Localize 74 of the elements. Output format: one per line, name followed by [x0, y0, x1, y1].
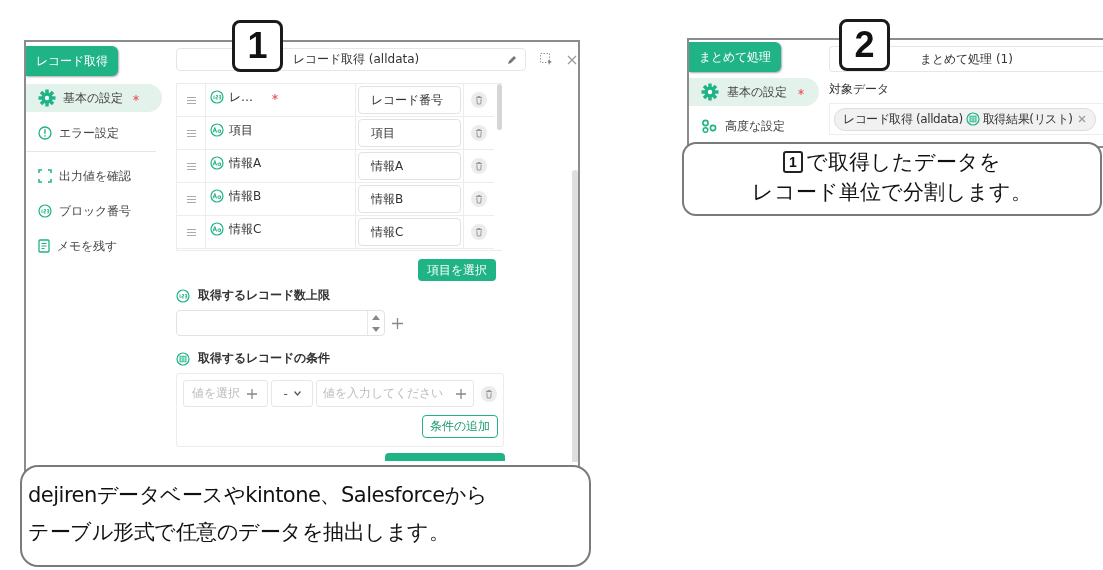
field-value[interactable]: 情報A	[358, 152, 461, 180]
text-type-icon	[210, 123, 224, 137]
required-mark-icon	[272, 94, 278, 100]
table-icon	[176, 351, 190, 366]
trash-icon	[471, 125, 487, 141]
text-type-icon	[210, 189, 224, 203]
add-condition-button[interactable]: 条件の追加	[422, 415, 498, 438]
field-name: 情報A	[229, 154, 262, 172]
number-badge: 2	[839, 19, 890, 71]
field-value[interactable]: 情報B	[358, 185, 461, 213]
trash-icon	[481, 385, 497, 402]
sidebar-item[interactable]: 出力値を確認	[26, 162, 162, 190]
or-condition-button[interactable]	[385, 453, 505, 461]
field-value[interactable]: 情報C	[358, 218, 461, 246]
field-value[interactable]: レコード番号	[358, 86, 461, 114]
required-mark-icon	[798, 89, 804, 95]
sidebar-item[interactable]: 基本の設定	[26, 84, 162, 112]
field-name: 情報C	[229, 220, 262, 238]
frame-icon	[38, 169, 52, 183]
callout-text: で取得したデータを	[806, 149, 1001, 176]
callout-text: レコード単位で分割します。	[752, 179, 1032, 206]
table-icon	[965, 112, 980, 126]
field-name: 情報B	[229, 187, 262, 205]
scrollbar[interactable]	[572, 170, 578, 462]
selection-icon	[540, 53, 553, 66]
sidebar-item[interactable]: メモを残す	[26, 232, 162, 260]
plus-icon	[391, 316, 404, 330]
callout-text: テーブル形式で任意のデータを抽出します。	[28, 519, 450, 546]
up-arrow-icon	[372, 314, 380, 320]
operator-dropdown[interactable]: -	[270, 380, 314, 407]
pencil-icon	[507, 54, 517, 65]
caret-icon	[293, 391, 301, 396]
number-icon	[176, 288, 190, 303]
section-title: 取得するレコード数上限	[198, 287, 330, 304]
field-label: 対象データ	[829, 81, 890, 98]
trash-icon	[471, 158, 487, 174]
drag-handle-icon	[186, 96, 196, 104]
down-arrow-icon	[372, 326, 380, 332]
plus-icon	[455, 387, 467, 400]
data-chip[interactable]: レコード取得 (alldata) 取得結果(リスト)	[834, 107, 1096, 131]
alert-icon	[38, 126, 52, 140]
callout-text: dejirenデータベースやkintone、Salesforceから	[28, 482, 489, 509]
sidebar-item[interactable]: エラー設定	[26, 119, 162, 147]
sidebar-item[interactable]: ブロック番号	[26, 197, 162, 225]
number-icon	[38, 204, 52, 218]
field-value[interactable]: 項目	[358, 119, 461, 147]
close-icon	[567, 54, 577, 65]
memo-icon	[38, 239, 50, 253]
target-data-field[interactable]: レコード取得 (alldata) 取得結果(リスト)	[829, 103, 1103, 135]
field-name: 項目	[229, 121, 253, 139]
number-badge: 1	[232, 20, 283, 72]
close-icon	[1078, 115, 1087, 123]
sidebar-item[interactable]: 基本の設定	[689, 78, 819, 106]
drag-handle-icon	[186, 129, 196, 137]
trash-icon	[471, 191, 487, 207]
scrollbar[interactable]	[497, 84, 502, 130]
number-field[interactable]	[176, 310, 385, 336]
field-name: レ…	[229, 88, 253, 106]
plus-icon	[246, 387, 258, 400]
number-icon	[210, 90, 224, 104]
drag-handle-icon	[186, 162, 196, 170]
gears-icon	[701, 119, 717, 133]
number-badge: 1	[783, 151, 803, 173]
trash-icon	[471, 224, 487, 240]
section-title: 取得するレコードの条件	[198, 350, 330, 367]
trash-icon	[471, 92, 487, 108]
text-type-icon	[210, 156, 224, 170]
gear-icon	[38, 89, 56, 107]
gear-icon	[701, 83, 719, 101]
sidebar-item[interactable]: 高度な設定	[689, 112, 819, 140]
required-mark-icon	[133, 95, 139, 101]
drag-handle-icon	[186, 228, 196, 236]
text-type-icon	[210, 222, 224, 236]
drag-handle-icon	[186, 195, 196, 203]
